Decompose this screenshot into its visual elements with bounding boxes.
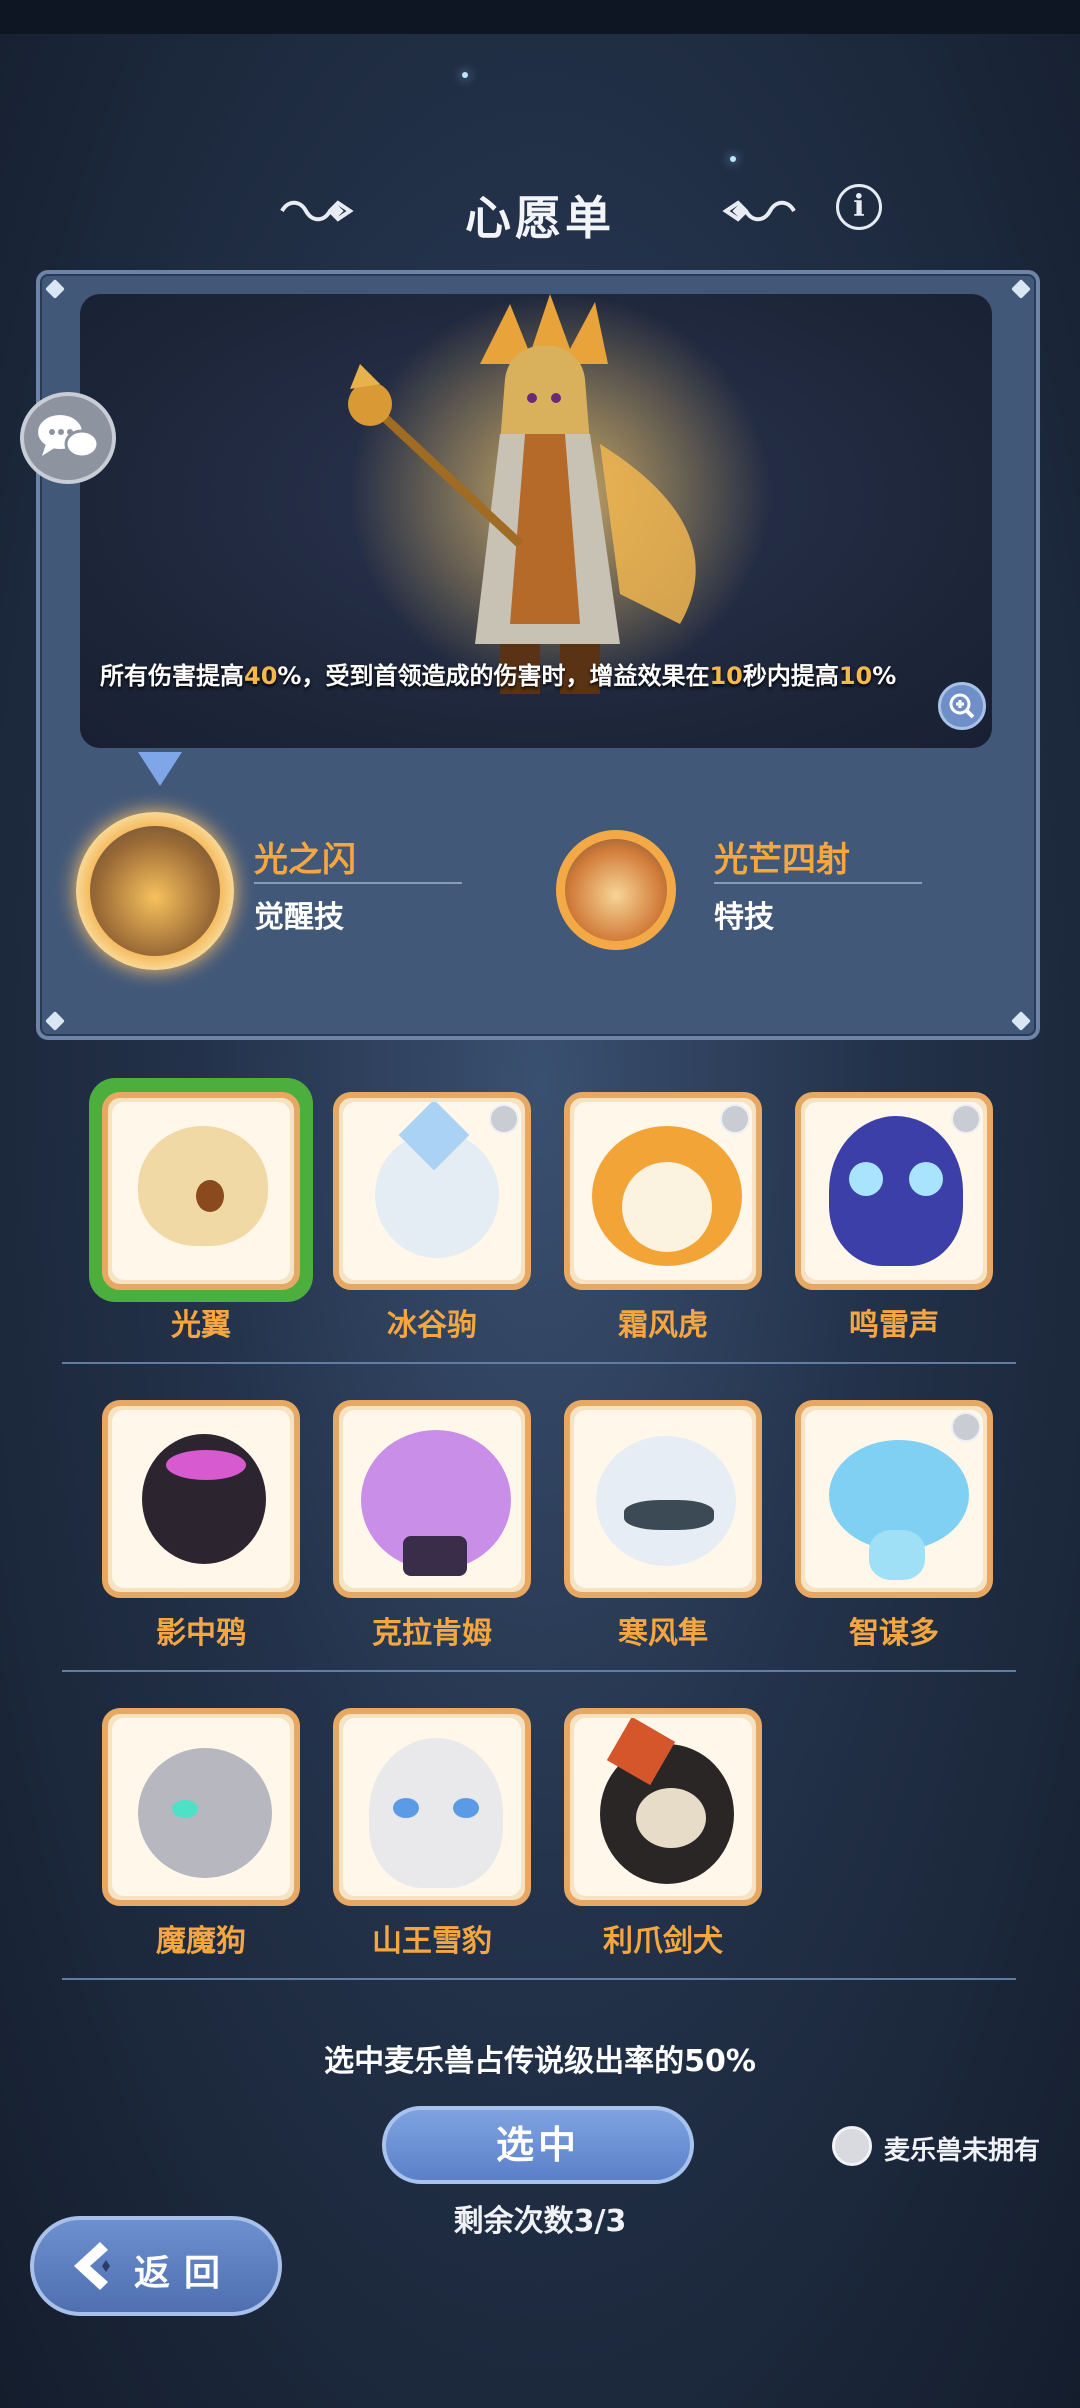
legend-label: 麦乐兽未拥有 [884,2136,1041,2166]
row-divider [62,1978,1016,1980]
zoom-in-icon[interactable] [938,682,986,730]
info-icon[interactable]: i [836,184,882,230]
rate-info-text: 选中麦乐兽占传说级出率的50% [324,2044,756,2079]
bag-icon [951,1412,981,1442]
pet-name: 寒风隼 [618,1616,708,1651]
pet-name: 冰谷驹 [387,1308,477,1343]
description-value: 40 [244,662,278,690]
skill-portrait [90,826,220,956]
pet-eye [849,1162,883,1196]
pet-name: 光翼 [171,1308,231,1343]
pet-card-hanfengsun[interactable] [564,1400,762,1598]
pet-name: 魔魔狗 [156,1924,246,1959]
page-title: 心愿单 [465,191,615,245]
pet-card-binggu[interactable] [333,1092,531,1290]
pet-portrait-bg [343,1410,521,1588]
pet-name: 利爪剑犬 [603,1924,723,1959]
pet-card-kelakenmu[interactable] [333,1400,531,1598]
pet-portrait-bg [574,1410,752,1588]
pet-portrait-bg [112,1102,290,1280]
skill-name: 光之闪 [254,840,356,880]
hero-preview: 所有伤害提高40%，受到首领造成的伤害时，增益效果在10秒内提高10% [80,294,992,748]
description-text: 所有伤害提高 [100,662,244,690]
description-text: %，受到首领造成的伤害时，增益效果在 [277,662,710,690]
pet-eye [172,1800,198,1818]
row-divider [62,1670,1016,1672]
chat-bubbles-icon[interactable] [20,392,116,484]
pet-card-momogou[interactable] [102,1708,300,1906]
pet-card-guangyi[interactable] [102,1092,300,1290]
bag-icon [489,1104,519,1134]
status-bar-strip [0,0,1080,34]
pet-name: 霜风虎 [618,1308,708,1343]
pet-portrait-bg [112,1410,290,1588]
chat-glyph [38,415,100,459]
panel-corner [45,1011,65,1031]
pet-eye [393,1798,419,1818]
bag-icon [720,1104,750,1134]
pet-face [636,1788,706,1848]
pet-card-lizhuajianquan[interactable] [564,1708,762,1906]
bag-icon [832,2126,872,2166]
skill-icon-radiance [556,830,676,950]
magnifier-glyph [949,693,975,719]
pet-portrait [138,1748,272,1878]
description-value: 10 [838,662,873,690]
skill-portrait [565,839,667,941]
skill-icon-light-flash [76,812,234,970]
row-divider [62,1362,1016,1364]
background-star [462,72,468,78]
pet-name: 克拉肯姆 [372,1616,492,1651]
bag-icon [951,1104,981,1134]
skill-type: 特技 [714,900,774,935]
panel-corner [45,279,65,299]
pet-portrait-bg [112,1718,290,1896]
pet-eye [909,1162,943,1196]
pet-portrait [829,1116,963,1266]
pet-eye [453,1798,479,1818]
pet-body [403,1536,467,1576]
pet-card-mingleisheng[interactable] [795,1092,993,1290]
pet-name: 影中鸦 [156,1616,246,1651]
pet-card-zhimouduo[interactable] [795,1400,993,1598]
pet-name: 鸣雷声 [849,1308,939,1343]
skill-type: 觉醒技 [254,900,344,935]
header: 心愿单 i [0,176,1080,246]
pet-portrait-bg [574,1718,752,1896]
back-arrow-icon [74,2242,110,2290]
skill-description: 所有伤害提高40%，受到首领造成的伤害时，增益效果在10秒内提高10% [100,660,970,692]
pet-portrait-bg [343,1718,521,1896]
back-button[interactable]: 返回 [30,2216,282,2316]
pet-card-shanwangxuebao[interactable] [333,1708,531,1906]
pet-card-yingzhongya[interactable] [102,1400,300,1598]
background-star [730,156,736,162]
pet-eye [196,1180,224,1212]
pet-crest [166,1450,246,1480]
title-ornament-right-icon [722,200,796,222]
panel-corner [1011,1011,1031,1031]
pet-name: 智谋多 [849,1616,939,1651]
panel-corner [1011,279,1031,299]
select-button[interactable]: 选中 [382,2106,694,2184]
pet-body [869,1530,925,1580]
skill-divider [254,882,462,884]
skill-name: 光芒四射 [714,840,850,880]
skill-divider [714,882,922,884]
description-text: 秒内提高 [742,662,839,690]
pet-card-shuangfeng[interactable] [564,1092,762,1290]
description-value: 10 [709,662,743,690]
description-text: % [872,662,897,690]
pet-name: 山王雪豹 [372,1924,492,1959]
pet-mask [624,1500,714,1530]
back-label: 返回 [134,2253,235,2294]
pet-face [622,1162,712,1252]
selection-pointer-icon [138,752,182,786]
pet-portrait [369,1738,503,1888]
